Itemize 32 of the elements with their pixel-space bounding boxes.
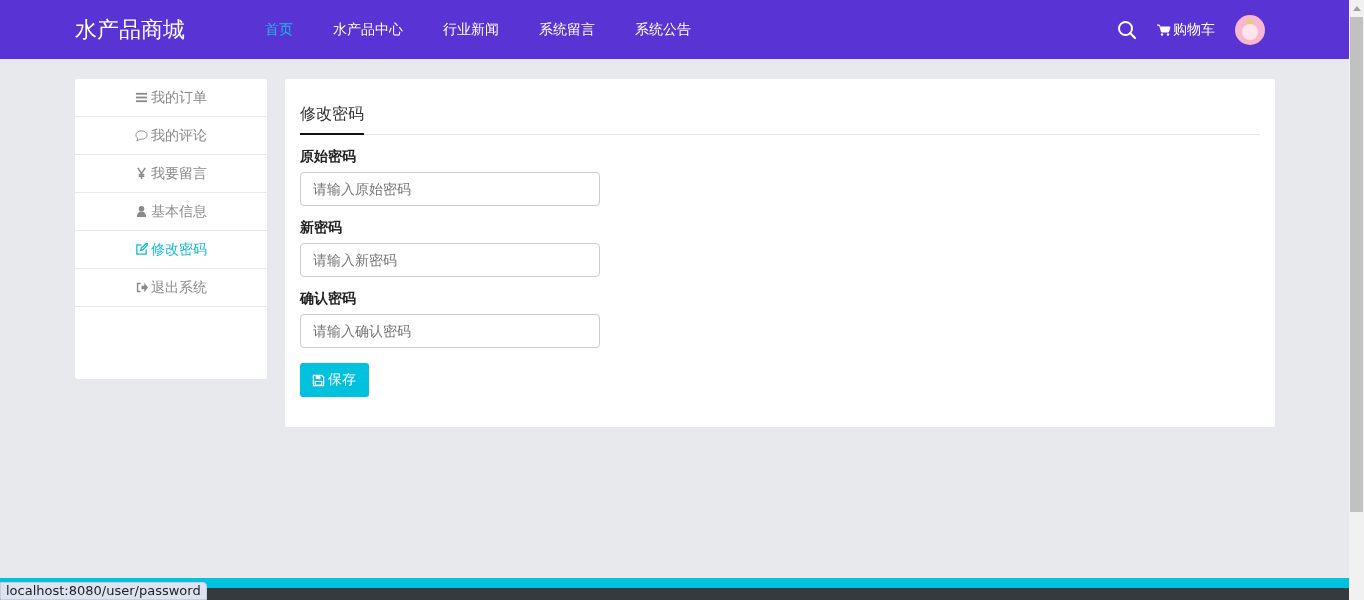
cart-icon [1156,23,1171,36]
sidebar-item[interactable]: 修改密码 [74,231,267,269]
field-label: 新密码 [299,219,343,237]
field-label: 确认密码 [299,290,357,308]
password-input[interactable]: 请输入确认密码 [299,314,600,348]
sidebar-item[interactable]: 我的评论 [74,117,267,155]
cart-link[interactable]: 购物车 [1156,20,1215,39]
field-label: 原始密码 [299,148,357,166]
nav-link[interactable]: 系统公告 [634,20,691,39]
nav-link[interactable]: 行业新闻 [442,20,499,39]
avatar[interactable] [1234,14,1265,45]
password-input[interactable]: 请输入新密码 [299,243,600,277]
edit-icon [134,243,148,256]
sidebar-item[interactable]: 基本信息 [74,193,267,231]
form-title-tab[interactable]: 修改密码 [299,104,364,135]
password-input[interactable]: 请输入原始密码 [299,172,600,206]
user-icon [134,205,148,218]
nav-link[interactable]: 水产品中心 [332,20,403,39]
sidebar-item[interactable]: 退出系统 [74,269,267,307]
speech-bubble-icon [134,129,148,142]
list-icon [134,91,148,104]
save-button[interactable]: 保存 [299,363,369,397]
scrollbar[interactable] [1349,0,1364,600]
sign-out-icon [134,281,148,294]
nav-link[interactable]: 系统留言 [538,20,595,39]
sidebar-item[interactable]: 我要留言 [74,155,267,193]
search-icon[interactable] [1116,19,1137,40]
yen-icon [134,167,148,180]
nav-link[interactable]: 首页 [264,20,293,39]
status-url-tooltip: localhost:8080/user/password [0,582,207,600]
sidebar-item[interactable]: 我的订单 [74,79,267,117]
site-logo[interactable]: 水产品商城 [74,14,265,45]
